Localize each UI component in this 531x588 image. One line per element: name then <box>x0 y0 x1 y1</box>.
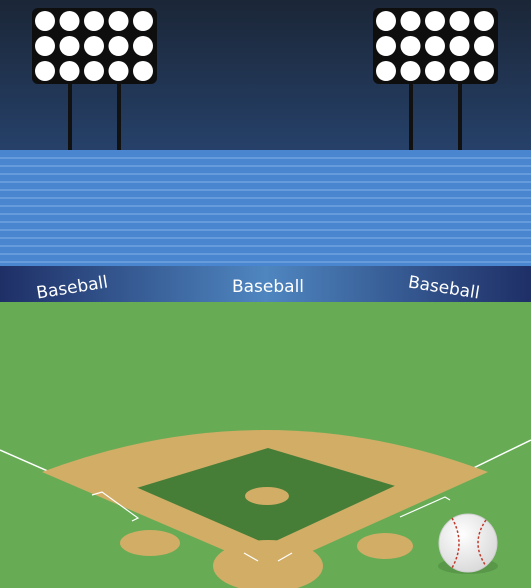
stadium-lamp <box>108 61 129 81</box>
stadium-lamp <box>449 36 470 56</box>
stadium-lamp <box>376 11 396 31</box>
stadium-lamp <box>449 11 470 31</box>
stadium-lamp <box>108 11 129 31</box>
stadium-lamp <box>425 11 445 31</box>
stadium-lamp <box>400 36 421 56</box>
advertising-banner: Baseball Baseball Baseball <box>0 266 531 304</box>
stadium-lamp <box>400 11 421 31</box>
stadium-lamp <box>35 61 55 81</box>
stadium-lamp <box>84 11 104 31</box>
stadium-lamp <box>35 36 55 56</box>
stadium-lamp <box>425 61 445 81</box>
stadium-lamp <box>474 36 494 56</box>
stands <box>0 150 531 268</box>
baseball <box>438 513 498 574</box>
third-base-cutout <box>120 530 180 556</box>
stadium-lamp <box>133 11 153 31</box>
stadium-lamp <box>59 61 80 81</box>
stadium-lamp <box>376 61 396 81</box>
stadium-lamp <box>474 61 494 81</box>
baseball-field-scene: Baseball Baseball Baseball <box>0 0 531 588</box>
stadium-lamp <box>400 61 421 81</box>
stadium-lamp <box>133 61 153 81</box>
banner-text-center: Baseball <box>232 277 304 297</box>
stadium-lamp <box>35 11 55 31</box>
stadium-lamp <box>425 36 445 56</box>
stadium-lamp <box>449 61 470 81</box>
first-base-cutout <box>357 533 413 559</box>
stadium-lamp <box>59 36 80 56</box>
stadium-lamp <box>133 36 153 56</box>
stadium-lamp <box>108 36 129 56</box>
stadium-lamp <box>376 36 396 56</box>
pitchers-mound <box>245 487 289 505</box>
stadium-lamp <box>474 11 494 31</box>
stadium-lamp <box>84 36 104 56</box>
stadium-lamp <box>59 11 80 31</box>
stadium-lamp <box>84 61 104 81</box>
